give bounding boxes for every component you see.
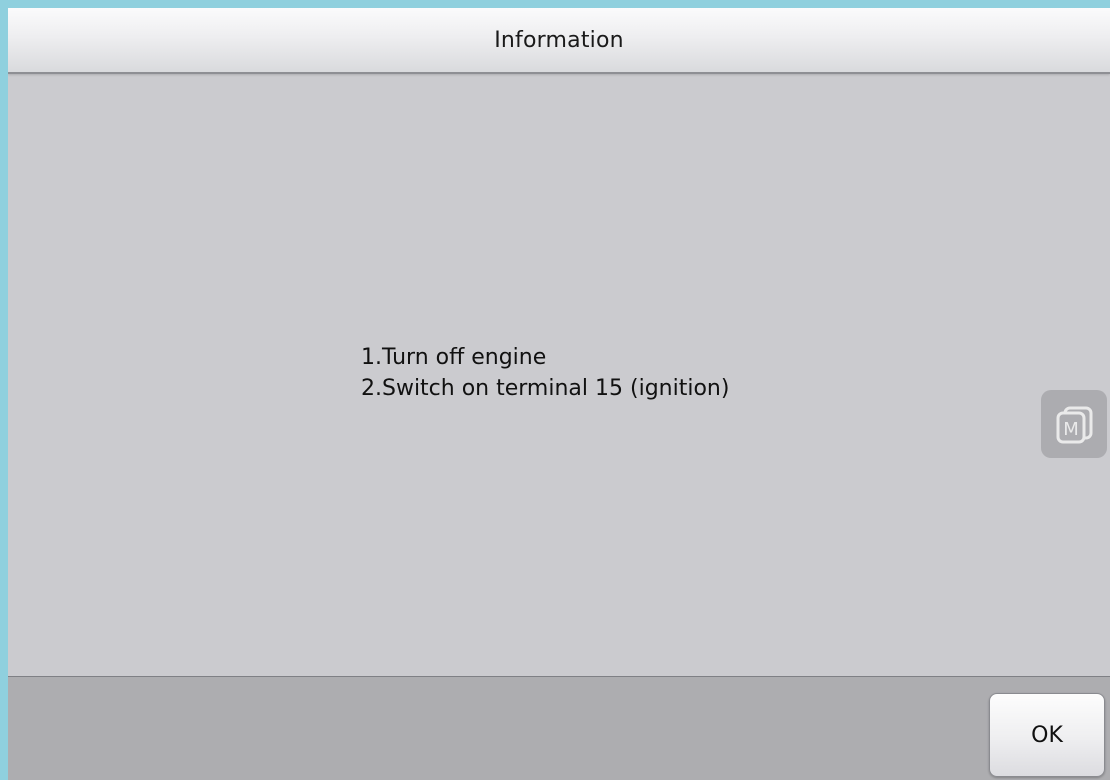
dialog-title-bar: Information	[8, 8, 1110, 74]
message-line: 1.Turn off engine	[361, 345, 547, 370]
message-line: 2.Switch on terminal 15 (ignition)	[361, 376, 730, 401]
dialog-title: Information	[494, 28, 624, 53]
information-dialog: Information 1.Turn off engine 2.Switch o…	[8, 8, 1110, 780]
dialog-footer: OK	[8, 676, 1110, 780]
m-icon: M	[1056, 406, 1093, 444]
dialog-message: 1.Turn off engine 2.Switch on terminal 1…	[361, 342, 729, 404]
m-icon-letter: M	[1063, 419, 1079, 440]
ok-button[interactable]: OK	[989, 693, 1105, 777]
floating-menu-button[interactable]: M	[1041, 390, 1107, 458]
dialog-content: 1.Turn off engine 2.Switch on terminal 1…	[8, 74, 1110, 676]
